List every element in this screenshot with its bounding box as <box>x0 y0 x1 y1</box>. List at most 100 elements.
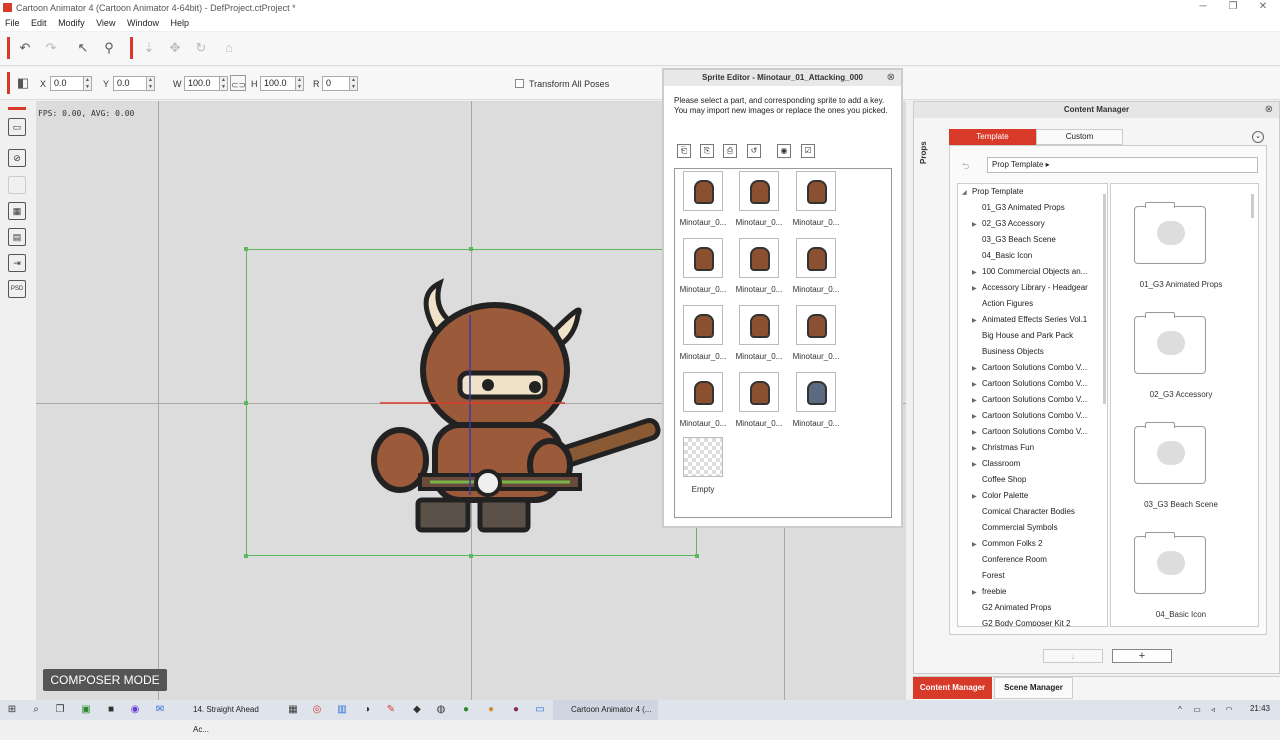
tree-expand-icon[interactable]: ▶ <box>972 457 982 473</box>
tree-expand-icon[interactable]: ▶ <box>972 217 982 233</box>
psd-icon[interactable]: PSD <box>8 280 26 298</box>
maximize-button[interactable]: ❐ <box>1218 1 1248 15</box>
tree-item[interactable]: ▶ Cartoon Solutions Combo V... <box>958 376 1107 392</box>
app-icon-excel[interactable]: ▣ <box>79 703 93 717</box>
messenger-icon[interactable]: ◉ <box>128 703 142 717</box>
menu-file[interactable]: File <box>5 18 20 28</box>
home-icon[interactable]: ⌂ <box>220 39 238 57</box>
tree-item[interactable]: ▶ Christmas Fun <box>958 440 1107 456</box>
tree-item[interactable]: ▶ Classroom <box>958 456 1107 472</box>
link-icon[interactable]: ⊂⊃ <box>230 75 246 91</box>
tree-expand-icon[interactable]: ▶ <box>972 377 982 393</box>
docs-icon[interactable]: ▥ <box>335 703 349 717</box>
rotate-icon[interactable]: ↻ <box>192 39 210 57</box>
menu-help[interactable]: Help <box>171 18 190 28</box>
tab-scene-manager[interactable]: Scene Manager <box>994 677 1073 699</box>
tree-item[interactable]: G2 Animated Props <box>958 600 1107 616</box>
app-icon-chat[interactable]: ▭ <box>533 703 547 717</box>
selection-handle[interactable] <box>244 401 248 405</box>
tree-item[interactable]: Comical Character Bodies <box>958 504 1107 520</box>
wifi-icon[interactable]: ◠ <box>1222 703 1236 717</box>
tree-item[interactable]: ▶ Cartoon Solutions Combo V... <box>958 360 1107 376</box>
sprite-thumb[interactable] <box>683 372 723 412</box>
app-icon-maroon[interactable]: ● <box>509 703 523 717</box>
sprite-thumb[interactable] <box>739 238 779 278</box>
tree-item[interactable]: ▶ Common Folks 2 <box>958 536 1107 552</box>
lock-icon[interactable]: ▦ <box>286 703 300 717</box>
tab-custom[interactable]: Custom <box>1036 129 1123 145</box>
download-button[interactable]: ↓ <box>1043 649 1103 663</box>
windows-start-icon[interactable]: ⊞ <box>5 703 19 717</box>
h-field[interactable]: 100.0 <box>260 76 296 91</box>
tree-item[interactable]: G2 Body Composer Kit 2 <box>958 616 1107 626</box>
tree-item[interactable]: ▶ Cartoon Solutions Combo V... <box>958 408 1107 424</box>
tree-item[interactable]: ▶ 02_G3 Accessory <box>958 216 1107 232</box>
tree-expand-icon[interactable]: ▶ <box>972 425 982 441</box>
sprite-thumb[interactable] <box>796 372 836 412</box>
empty-sprite-thumb[interactable] <box>683 437 723 477</box>
link-app-icon[interactable]: ◑ <box>360 703 374 717</box>
tree-item[interactable]: Commercial Symbols <box>958 520 1107 536</box>
props-side-tab[interactable]: Props <box>919 141 928 164</box>
sprite-thumb[interactable] <box>739 171 779 211</box>
chrome-icon[interactable]: ◎ <box>310 703 324 717</box>
brush-icon[interactable]: ✎ <box>384 703 398 717</box>
transform-icon[interactable]: ✥ <box>166 39 184 57</box>
sprite-icon[interactable]: ⊘ <box>8 149 26 167</box>
pose-icon[interactable]: ◧ <box>14 74 32 92</box>
tree-item[interactable]: Big House and Park Pack <box>958 328 1107 344</box>
r-field[interactable]: 0 <box>322 76 350 91</box>
tree-item[interactable]: 01_G3 Animated Props <box>958 200 1107 216</box>
tab-template[interactable]: Template <box>949 129 1036 145</box>
import-icon[interactable]: ⎗ <box>677 144 691 158</box>
folder-thumb[interactable] <box>1134 422 1206 484</box>
undo-icon[interactable]: ↶ <box>16 39 34 57</box>
sprite-thumb[interactable] <box>796 305 836 345</box>
tree-item[interactable]: Forest <box>958 568 1107 584</box>
selection-handle[interactable] <box>695 554 699 558</box>
tree-expand-icon[interactable]: ▶ <box>972 361 982 377</box>
tray-chevron-icon[interactable]: ^ <box>1173 703 1187 717</box>
tree-expand-icon[interactable]: ▶ <box>972 313 982 329</box>
w-field[interactable]: 100.0 <box>184 76 220 91</box>
add-button[interactable]: + <box>1112 649 1172 663</box>
sprite-thumb[interactable] <box>739 305 779 345</box>
sprite-thumb[interactable] <box>683 171 723 211</box>
menu-edit[interactable]: Edit <box>31 18 47 28</box>
task-view-icon[interactable]: ❐ <box>53 703 67 717</box>
sprite-thumb[interactable] <box>683 305 723 345</box>
search-icon[interactable]: ⌕ <box>29 703 43 717</box>
tree-item[interactable]: 04_Basic Icon <box>958 248 1107 264</box>
confirm-checkbox-icon[interactable]: ☑ <box>801 144 815 158</box>
tree-item[interactable]: ▶ Animated Effects Series Vol.1 <box>958 312 1107 328</box>
export-icon[interactable]: ⇥ <box>8 254 26 272</box>
breadcrumb-path[interactable]: Prop Template ▸ <box>987 157 1258 173</box>
replace-icon[interactable]: ⎘ <box>700 144 714 158</box>
x-field[interactable]: 0.0 <box>50 76 84 91</box>
tree-expand-icon[interactable]: ▶ <box>972 489 982 505</box>
sprite-thumb[interactable] <box>796 171 836 211</box>
app-icon-blue[interactable]: ◆ <box>410 703 424 717</box>
app-icon-dark[interactable]: ■ <box>104 703 118 717</box>
tree-expand-icon[interactable]: ▶ <box>972 441 982 457</box>
taskbar-item-browser[interactable]: 14. Straight Ahead Ac... <box>175 700 275 734</box>
sprite-thumb[interactable] <box>683 238 723 278</box>
tree-item[interactable]: 03_G3 Beach Scene <box>958 232 1107 248</box>
app-icon-green[interactable]: ● <box>459 703 473 717</box>
folder-thumb[interactable] <box>1134 312 1206 374</box>
grid-icon[interactable]: ▦ <box>8 202 26 220</box>
redo-icon[interactable]: ↷ <box>42 39 60 57</box>
transform-all-checkbox[interactable] <box>515 79 524 88</box>
menu-modify[interactable]: Modify <box>58 18 85 28</box>
tree-expand-icon[interactable]: ▶ <box>972 409 982 425</box>
tree-item[interactable]: ▶ freebie <box>958 584 1107 600</box>
tree-expand-icon[interactable]: ▶ <box>972 537 982 553</box>
tree-scrollbar[interactable] <box>1103 194 1106 404</box>
minimize-button[interactable]: ─ <box>1188 1 1218 15</box>
minotaur-character[interactable] <box>360 275 665 535</box>
w-spinner[interactable]: ▲ ▼ <box>220 76 228 91</box>
tree-expand-icon[interactable]: ◢ <box>962 185 972 201</box>
thumb-scrollbar[interactable] <box>1251 194 1254 218</box>
volume-icon[interactable]: ◃ <box>1206 703 1220 717</box>
taskbar-item-cartoon-animator[interactable]: Cartoon Animator 4 (... <box>553 700 658 720</box>
